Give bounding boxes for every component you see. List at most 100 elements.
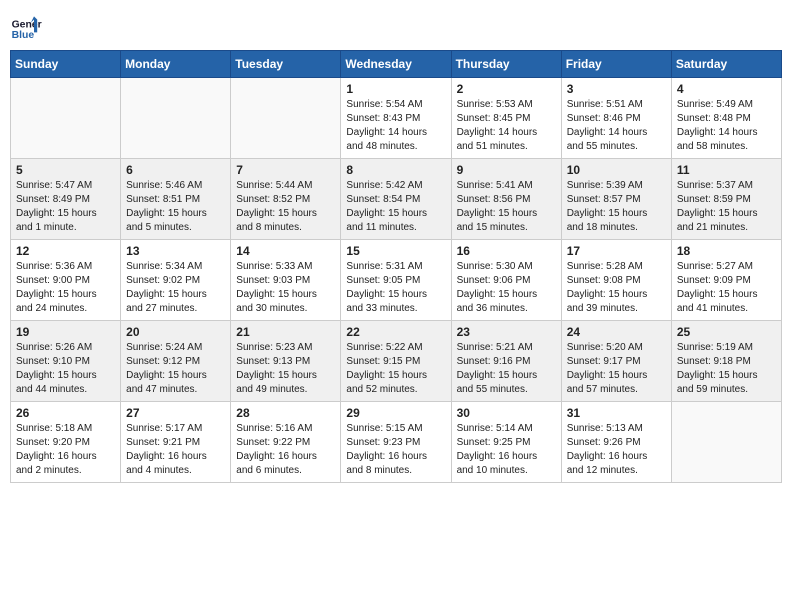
day-number: 16 [457, 244, 556, 258]
calendar-header-row: SundayMondayTuesdayWednesdayThursdayFrid… [11, 51, 782, 78]
calendar-cell [671, 402, 781, 483]
calendar-cell: 28 Sunrise: 5:16 AMSunset: 9:22 PMDayligh… [231, 402, 341, 483]
day-number: 21 [236, 325, 335, 339]
day-info: Sunrise: 5:26 AMSunset: 9:10 PMDaylight:… [16, 341, 115, 397]
day-info: Sunrise: 5:15 AMSunset: 9:23 PMDaylight:… [346, 422, 445, 478]
calendar-cell: 8 Sunrise: 5:42 AMSunset: 8:54 PMDaylight… [341, 159, 451, 240]
week-row-3: 12 Sunrise: 5:36 AMSunset: 9:00 PMDayligh… [11, 240, 782, 321]
day-info: Sunrise: 5:14 AMSunset: 9:25 PMDaylight:… [457, 422, 556, 478]
day-number: 31 [567, 406, 666, 420]
calendar-cell: 31 Sunrise: 5:13 AMSunset: 9:26 PMDayligh… [561, 402, 671, 483]
day-info: Sunrise: 5:51 AMSunset: 8:46 PMDaylight:… [567, 98, 666, 154]
logo-icon: General Blue [10, 10, 42, 42]
day-info: Sunrise: 5:37 AMSunset: 8:59 PMDaylight:… [677, 179, 776, 235]
header-cell-friday: Friday [561, 51, 671, 78]
day-info: Sunrise: 5:13 AMSunset: 9:26 PMDaylight:… [567, 422, 666, 478]
calendar-cell: 2Sunrise: 5:53 AMSunset: 8:45 PMDaylight… [451, 78, 561, 159]
day-info: Sunrise: 5:49 AMSunset: 8:48 PMDaylight:… [677, 98, 776, 154]
day-number: 14 [236, 244, 335, 258]
calendar-cell: 29Sunrise: 5:15 AMSunset: 9:23 PMDayligh… [341, 402, 451, 483]
calendar-cell: 24 Sunrise: 5:20 AMSunset: 9:17 PMDayligh… [561, 321, 671, 402]
day-number: 5 [16, 163, 115, 177]
day-number: 20 [126, 325, 225, 339]
calendar-cell: 4 Sunrise: 5:49 AMSunset: 8:48 PMDaylight… [671, 78, 781, 159]
day-info: Sunrise: 5:17 AMSunset: 9:21 PMDaylight:… [126, 422, 225, 478]
day-number: 6 [126, 163, 225, 177]
calendar-cell: 3 Sunrise: 5:51 AMSunset: 8:46 PMDaylight… [561, 78, 671, 159]
week-row-4: 19 Sunrise: 5:26 AMSunset: 9:10 PMDayligh… [11, 321, 782, 402]
day-info: Sunrise: 5:33 AMSunset: 9:03 PMDaylight:… [236, 260, 335, 316]
calendar-cell: 5 Sunrise: 5:47 AMSunset: 8:49 PMDaylight… [11, 159, 121, 240]
day-info: Sunrise: 5:41 AMSunset: 8:56 PMDaylight:… [457, 179, 556, 235]
day-info: Sunrise: 5:54 AMSunset: 8:43 PMDaylight:… [346, 98, 445, 154]
calendar-cell: 13 Sunrise: 5:34 AMSunset: 9:02 PMDayligh… [121, 240, 231, 321]
day-info: Sunrise: 5:46 AMSunset: 8:51 PMDaylight:… [126, 179, 225, 235]
day-info: Sunrise: 5:22 AMSunset: 9:15 PMDaylight:… [346, 341, 445, 397]
day-number: 11 [677, 163, 776, 177]
day-number: 1 [346, 82, 445, 96]
calendar-cell: 1 Sunrise: 5:54 AMSunset: 8:43 PMDaylight… [341, 78, 451, 159]
day-number: 12 [16, 244, 115, 258]
calendar-cell: 6 Sunrise: 5:46 AMSunset: 8:51 PMDaylight… [121, 159, 231, 240]
calendar-cell: 7 Sunrise: 5:44 AMSunset: 8:52 PMDaylight… [231, 159, 341, 240]
calendar-cell: 11 Sunrise: 5:37 AMSunset: 8:59 PMDayligh… [671, 159, 781, 240]
day-number: 17 [567, 244, 666, 258]
day-number: 9 [457, 163, 556, 177]
calendar-cell [231, 78, 341, 159]
header-cell-thursday: Thursday [451, 51, 561, 78]
day-info: Sunrise: 5:28 AMSunset: 9:08 PMDaylight:… [567, 260, 666, 316]
day-number: 10 [567, 163, 666, 177]
calendar-table: SundayMondayTuesdayWednesdayThursdayFrid… [10, 50, 782, 483]
day-info: Sunrise: 5:23 AMSunset: 9:13 PMDaylight:… [236, 341, 335, 397]
day-info: Sunrise: 5:44 AMSunset: 8:52 PMDaylight:… [236, 179, 335, 235]
day-info: Sunrise: 5:47 AMSunset: 8:49 PMDaylight:… [16, 179, 115, 235]
day-number: 8 [346, 163, 445, 177]
day-info: Sunrise: 5:20 AMSunset: 9:17 PMDaylight:… [567, 341, 666, 397]
day-info: Sunrise: 5:21 AMSunset: 9:16 PMDaylight:… [457, 341, 556, 397]
calendar-cell: 18 Sunrise: 5:27 AMSunset: 9:09 PMDayligh… [671, 240, 781, 321]
logo: General Blue [10, 10, 42, 42]
day-info: Sunrise: 5:53 AMSunset: 8:45 PMDaylight:… [457, 98, 556, 154]
header-cell-wednesday: Wednesday [341, 51, 451, 78]
header-cell-sunday: Sunday [11, 51, 121, 78]
week-row-2: 5 Sunrise: 5:47 AMSunset: 8:49 PMDaylight… [11, 159, 782, 240]
svg-text:Blue: Blue [12, 30, 35, 41]
day-info: Sunrise: 5:39 AMSunset: 8:57 PMDaylight:… [567, 179, 666, 235]
calendar-cell: 12 Sunrise: 5:36 AMSunset: 9:00 PMDayligh… [11, 240, 121, 321]
day-info: Sunrise: 5:27 AMSunset: 9:09 PMDaylight:… [677, 260, 776, 316]
calendar-cell: 21 Sunrise: 5:23 AMSunset: 9:13 PMDayligh… [231, 321, 341, 402]
day-number: 30 [457, 406, 556, 420]
day-info: Sunrise: 5:16 AMSunset: 9:22 PMDaylight:… [236, 422, 335, 478]
day-info: Sunrise: 5:31 AMSunset: 9:05 PMDaylight:… [346, 260, 445, 316]
day-number: 3 [567, 82, 666, 96]
day-number: 28 [236, 406, 335, 420]
day-number: 4 [677, 82, 776, 96]
day-info: Sunrise: 5:42 AMSunset: 8:54 PMDaylight:… [346, 179, 445, 235]
calendar-cell: 25Sunrise: 5:19 AMSunset: 9:18 PMDayligh… [671, 321, 781, 402]
calendar-cell: 22 Sunrise: 5:22 AMSunset: 9:15 PMDayligh… [341, 321, 451, 402]
day-info: Sunrise: 5:34 AMSunset: 9:02 PMDaylight:… [126, 260, 225, 316]
day-info: Sunrise: 5:36 AMSunset: 9:00 PMDaylight:… [16, 260, 115, 316]
calendar-cell: 17 Sunrise: 5:28 AMSunset: 9:08 PMDayligh… [561, 240, 671, 321]
calendar-cell: 27 Sunrise: 5:17 AMSunset: 9:21 PMDayligh… [121, 402, 231, 483]
calendar-cell [11, 78, 121, 159]
day-number: 7 [236, 163, 335, 177]
svg-text:General: General [12, 20, 42, 31]
day-number: 24 [567, 325, 666, 339]
calendar-cell [121, 78, 231, 159]
page-header: General Blue [10, 10, 782, 42]
day-info: Sunrise: 5:19 AMSunset: 9:18 PMDaylight:… [677, 341, 776, 397]
calendar-cell: 10 Sunrise: 5:39 AMSunset: 8:57 PMDayligh… [561, 159, 671, 240]
day-number: 19 [16, 325, 115, 339]
day-number: 22 [346, 325, 445, 339]
day-number: 18 [677, 244, 776, 258]
calendar-cell: 19 Sunrise: 5:26 AMSunset: 9:10 PMDayligh… [11, 321, 121, 402]
week-row-5: 26Sunrise: 5:18 AMSunset: 9:20 PMDayligh… [11, 402, 782, 483]
day-number: 13 [126, 244, 225, 258]
header-cell-saturday: Saturday [671, 51, 781, 78]
calendar-cell: 16 Sunrise: 5:30 AMSunset: 9:06 PMDayligh… [451, 240, 561, 321]
day-info: Sunrise: 5:24 AMSunset: 9:12 PMDaylight:… [126, 341, 225, 397]
week-row-1: 1 Sunrise: 5:54 AMSunset: 8:43 PMDaylight… [11, 78, 782, 159]
day-number: 27 [126, 406, 225, 420]
day-info: Sunrise: 5:30 AMSunset: 9:06 PMDaylight:… [457, 260, 556, 316]
